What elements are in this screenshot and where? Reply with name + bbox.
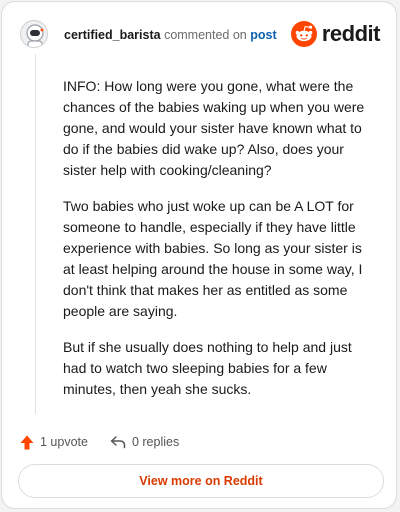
username-link[interactable]: certified_barista bbox=[64, 28, 161, 42]
replies-count: 0 replies bbox=[131, 435, 180, 449]
astronaut-avatar-icon bbox=[21, 21, 47, 47]
comment-body: INFO: How long were you gone, what were … bbox=[63, 76, 373, 415]
reply-arrow-icon bbox=[110, 436, 126, 449]
comment-meta: certified_barista commented on post bbox=[64, 28, 277, 42]
comment-header: certified_barista commented on post redd… bbox=[20, 18, 381, 52]
reddit-logo-icon bbox=[290, 21, 317, 47]
thread-line bbox=[35, 54, 36, 414]
replies-button[interactable]: 0 replies bbox=[110, 435, 179, 449]
reddit-brand[interactable]: reddit bbox=[290, 20, 381, 48]
comment-paragraph: But if she usually does nothing to help … bbox=[63, 339, 352, 397]
comment-actions: 1 upvote 0 replies bbox=[20, 432, 201, 452]
action-text: commented on bbox=[164, 28, 247, 42]
comment-paragraph: Two babies who just woke up can be A LOT… bbox=[63, 198, 363, 319]
view-more-button[interactable]: View more on Reddit bbox=[18, 464, 384, 498]
upvote-arrow-icon bbox=[20, 435, 34, 449]
upvote-button[interactable]: 1 upvote bbox=[20, 435, 88, 450]
post-link[interactable]: post bbox=[250, 28, 276, 42]
user-avatar[interactable] bbox=[20, 20, 48, 48]
brand-wordmark: reddit bbox=[321, 21, 381, 46]
upvote-count: 1 upvote bbox=[40, 435, 88, 449]
comment-paragraph: INFO: How long were you gone, what were … bbox=[63, 78, 365, 178]
comment-card: certified_barista commented on post redd… bbox=[1, 1, 397, 509]
